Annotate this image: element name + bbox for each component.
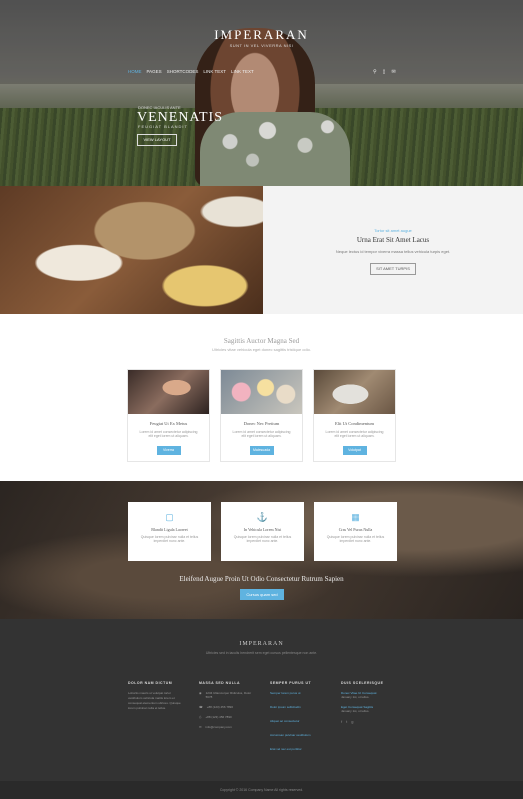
contact-email[interactable]: info@company.com: [206, 725, 232, 729]
feature-description: Neque lectus id tempor viverra massa tel…: [335, 249, 451, 254]
contact-phone: +88 (123) 456 7890: [206, 705, 234, 709]
feature-image: [0, 186, 263, 314]
service-card-image: [314, 370, 395, 414]
highlight-card-text: Quisque lorem pulvinar nulla et tellus i…: [140, 535, 199, 543]
hero-section: IMPERARAN SUNT IN VEL VIVERRA NISI HOME …: [0, 0, 523, 186]
news-date: January 1st, ut tellus.: [341, 695, 370, 699]
service-card-text: Lorem id amet consectetur adipiscing eli…: [139, 430, 198, 438]
phone-icon: ☎: [199, 705, 203, 709]
feature-button[interactable]: SIT AMET TURPIS: [370, 263, 416, 275]
service-card-title: Elit Ut Condimentum: [335, 421, 374, 426]
facebook-icon[interactable]: f: [341, 719, 342, 724]
footer-about-text: Lobortis mauris ut volutpat tortor vesti…: [128, 691, 181, 710]
footer: IMPERARAN Ultricies sed in iaculis hendr…: [0, 619, 523, 781]
nav-item-pages[interactable]: PAGES: [147, 69, 162, 74]
main-nav: HOME PAGES SHORTCODES LINK TEXT LINK TEX…: [128, 69, 254, 74]
social-links: f t g: [341, 719, 398, 724]
feature-text-panel: Tortor sit amet augue Urna Erat Sit Amet…: [263, 186, 523, 314]
footer-columns: DOLOR NAM DICTUM Lobortis mauris ut volu…: [128, 681, 398, 761]
contact-row: ☎ +88 (123) 456 7890: [199, 705, 256, 709]
highlight-card: ⚓ In Vehicula Lorem Nisi Quisque lorem p…: [221, 502, 304, 561]
service-card-button[interactable]: Malesuada: [249, 446, 274, 455]
copyright-bar: Copyright © 2016 Company Name All rights…: [0, 781, 523, 799]
twitter-icon[interactable]: t: [346, 719, 347, 724]
contact-row: ✉ info@company.com: [199, 725, 256, 729]
service-card: Elit Ut Condimentum Lorem id amet consec…: [313, 369, 396, 462]
service-card-title: Feugiat Ut Ex Metus: [149, 421, 188, 426]
highlights-section: ▢ Blandit Ligula Laoreet Quisque lorem p…: [0, 481, 523, 619]
anchor-icon: ⚓: [256, 512, 269, 522]
highlight-card: ▦ Cras Vel Purus Nulla Quisque lorem pul…: [314, 502, 397, 561]
highlight-cards: ▢ Blandit Ligula Laoreet Quisque lorem p…: [128, 502, 397, 561]
mail-icon[interactable]: ✉: [391, 69, 395, 75]
service-card-text: Lorem id amet consectetur adipiscing eli…: [232, 430, 291, 438]
hero-view-layout-button[interactable]: VIEW LAYOUT: [137, 134, 177, 146]
feature-kicker: Tortor sit amet augue: [374, 228, 412, 233]
footer-column-title: SEMPER PURUS UT: [270, 681, 312, 685]
news-item[interactable]: Donec Vitae Ut Consequat January 1st, ut…: [341, 691, 398, 699]
footer-column-contact: MASSA SED NULLA ◉ 1234 Ullamcorper Ridicu…: [199, 681, 256, 761]
news-item[interactable]: Eget Consequat Sagittis January 1st, ut …: [341, 705, 398, 713]
nav-item-link-text[interactable]: LINK TEXT: [203, 69, 226, 74]
service-card-image: [128, 370, 209, 414]
footer-column-title: DOLOR NAM DICTUM: [128, 681, 173, 685]
cart-icon[interactable]: ▯: [383, 69, 386, 75]
feature-title: Urna Erat Sit Amet Lacus: [356, 236, 430, 244]
highlight-card-title: Cras Vel Purus Nulla: [338, 527, 373, 532]
highlight-card-title: In Vehicula Lorem Nisi: [243, 527, 282, 532]
service-card-image: [221, 370, 302, 414]
contact-address: 1234 Ullamcorper Ridiculus, Dolor 5678: [205, 691, 252, 699]
footer-column-news: DUIS SCELERISQUE Donec Vitae Ut Consequa…: [341, 681, 398, 761]
service-card-title: Donec Nec Pretium: [243, 421, 280, 426]
service-card: Feugiat Ut Ex Metus Lorem id amet consec…: [127, 369, 210, 462]
service-card-button[interactable]: Volutpat: [342, 446, 367, 455]
highlights-button[interactable]: Cursus quam sed: [240, 589, 284, 600]
footer-link[interactable]: Semper lorem purus ut: [270, 691, 327, 695]
footer-link[interactable]: Aliquet ac consectetur: [270, 719, 327, 723]
services-cards: Feugiat Ut Ex Metus Lorem id amet consec…: [0, 369, 523, 462]
news-date: January 1st, ut tellus.: [341, 709, 370, 713]
service-card-text: Lorem id amet consectetur adipiscing eli…: [325, 430, 384, 438]
site-tagline: SUNT IN VEL VIVERRA NISI: [229, 43, 294, 48]
footer-column-title: MASSA SED NULLA: [199, 681, 241, 685]
nav-item-link-text-2[interactable]: LINK TEXT: [231, 69, 254, 74]
highlight-card-title: Blandit Ligula Laoreet: [151, 527, 188, 532]
footer-link[interactable]: Dolor ipsum sollicitudin: [270, 705, 327, 709]
highlight-card-text: Quisque lorem pulvinar nulla et tellus i…: [326, 535, 385, 543]
footer-description: Ultricies sed in iaculis hendrerit sem e…: [205, 651, 318, 655]
highlight-card: ▢ Blandit Ligula Laoreet Quisque lorem p…: [128, 502, 211, 561]
highlight-card-text: Quisque lorem pulvinar nulla et tellus i…: [233, 535, 292, 543]
nav-item-home[interactable]: HOME: [128, 69, 142, 74]
highlights-headline: Eleifend Augue Proin Ut Odio Consectetur…: [179, 575, 344, 583]
services-lead: Ultricies vitae vehicula eget donec sagi…: [212, 347, 311, 352]
search-icon[interactable]: ⚲: [373, 69, 377, 75]
contact-row: ◉ 1234 Ullamcorper Ridiculus, Dolor 5678: [199, 691, 256, 699]
footer-column-title: DUIS SCELERISQUE: [341, 681, 384, 685]
feature-section: Tortor sit amet augue Urna Erat Sit Amet…: [0, 186, 523, 314]
footer-brand: IMPERARAN: [239, 641, 284, 647]
service-card-button[interactable]: Viverra: [156, 446, 181, 455]
header-icons: ⚲ ▯ ✉: [373, 69, 396, 75]
services-title: Sagittis Auctor Magna Sed: [223, 337, 300, 345]
nav-item-shortcodes[interactable]: SHORTCODES: [167, 69, 199, 74]
book-icon: ▢: [165, 512, 174, 522]
footer-column-links: SEMPER PURUS UT Semper lorem purus ut Do…: [270, 681, 327, 761]
hero-subtitle: FEUGIAT BLANDIT: [138, 124, 188, 129]
footer-link[interactable]: Accumsan pulvinar vestibulum: [270, 733, 327, 737]
fax-icon: ⎙: [199, 715, 202, 719]
service-card: Donec Nec Pretium Lorem id amet consecte…: [220, 369, 303, 462]
location-icon: ◉: [199, 691, 202, 695]
services-section: Sagittis Auctor Magna Sed Ultricies vita…: [0, 314, 523, 481]
footer-link[interactable]: Erat vel nec est porttitor: [270, 747, 327, 751]
contact-fax: +88 (123) 456 7890: [205, 715, 232, 719]
google-icon[interactable]: g: [351, 719, 353, 724]
bookmark-icon: ▦: [351, 512, 360, 522]
mail-icon: ✉: [199, 725, 202, 729]
site-brand[interactable]: IMPERARAN: [0, 27, 523, 43]
footer-column-about: DOLOR NAM DICTUM Lobortis mauris ut volu…: [128, 681, 185, 761]
contact-row: ⎙ +88 (123) 456 7890: [199, 715, 256, 719]
